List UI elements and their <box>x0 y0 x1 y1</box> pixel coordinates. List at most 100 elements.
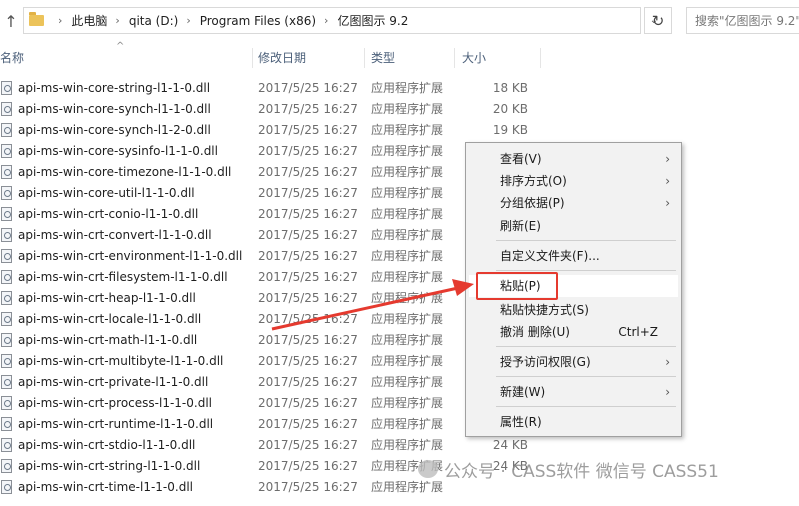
menu-item-grant-access[interactable]: 授予访问权限(G) › <box>469 351 678 373</box>
file-row[interactable]: api-ms-win-crt-conio-l1-1-0.dll 2017/5/25… <box>0 204 520 225</box>
menu-item-paste-shortcut[interactable]: 粘贴快捷方式(S) <box>469 299 678 321</box>
menu-item-label: 排序方式(O) <box>500 174 567 188</box>
file-row[interactable]: api-ms-win-crt-math-l1-1-0.dll 2017/5/25 … <box>0 330 520 351</box>
file-row[interactable]: api-ms-win-crt-stdio-l1-1-0.dll 2017/5/25… <box>0 435 528 456</box>
column-divider[interactable] <box>364 48 365 68</box>
file-size: 24 KB <box>492 438 528 452</box>
column-divider[interactable] <box>454 48 455 68</box>
file-name: api-ms-win-crt-locale-l1-1-0.dll <box>18 312 202 326</box>
menu-item-new[interactable]: 新建(W) › <box>469 381 678 403</box>
file-row[interactable]: api-ms-win-core-synch-l1-1-0.dll 2017/5/2… <box>0 99 528 120</box>
menu-item-group[interactable]: 分组依据(P) › <box>469 192 678 214</box>
column-header: ^ 名称 修改日期 类型 大小 <box>0 41 799 72</box>
file-type: 应用程序扩展 <box>371 333 444 347</box>
file-date: 2017/5/25 16:27 <box>258 228 358 242</box>
chevron-right-icon: › <box>665 174 670 188</box>
file-size: 20 KB <box>492 102 528 116</box>
menu-item-customize-folder[interactable]: 自定义文件夹(F)... <box>469 245 678 267</box>
file-date: 2017/5/25 16:27 <box>258 333 358 347</box>
refresh-icon[interactable]: ↻ <box>644 7 672 34</box>
column-type[interactable]: 类型 <box>371 44 395 72</box>
menu-item-view[interactable]: 查看(V) › <box>469 148 678 170</box>
file-row[interactable]: api-ms-win-crt-multibyte-l1-1-0.dll 2017/… <box>0 351 520 372</box>
file-row[interactable]: api-ms-win-core-timezone-l1-1-0.dll 2017/… <box>0 162 520 183</box>
file-type: 应用程序扩展 <box>371 396 444 410</box>
file-name: api-ms-win-crt-private-l1-1-0.dll <box>18 375 209 389</box>
file-type: 应用程序扩展 <box>371 228 444 242</box>
file-name: api-ms-win-crt-math-l1-1-0.dll <box>18 333 198 347</box>
file-date: 2017/5/25 16:27 <box>258 396 358 410</box>
dll-file-icon <box>1 354 12 368</box>
chevron-right-icon[interactable]: › <box>324 14 328 27</box>
file-row[interactable]: api-ms-win-crt-convert-l1-1-0.dll 2017/5/… <box>0 225 520 246</box>
chevron-right-icon[interactable]: › <box>58 14 62 27</box>
file-type: 应用程序扩展 <box>371 438 444 452</box>
file-date: 2017/5/25 16:27 <box>258 375 358 389</box>
chevron-right-icon: › <box>665 196 670 210</box>
paste-highlight-box <box>476 272 558 300</box>
file-row[interactable]: api-ms-win-crt-process-l1-1-0.dll 2017/5/… <box>0 393 520 414</box>
menu-separator <box>496 240 676 241</box>
address-box[interactable]: › 此电脑 › qita (D:) › Program Files (x86) … <box>23 7 658 34</box>
file-date: 2017/5/25 16:27 <box>258 144 358 158</box>
folder-icon <box>29 12 44 26</box>
file-row[interactable]: api-ms-win-crt-filesystem-l1-1-0.dll 2017… <box>0 267 520 288</box>
file-row[interactable]: api-ms-win-crt-locale-l1-1-0.dll 2017/5/2… <box>0 309 520 330</box>
menu-item-undo-delete[interactable]: 撤消 删除(U) Ctrl+Z <box>469 321 678 343</box>
file-name: api-ms-win-core-string-l1-1-0.dll <box>18 81 211 95</box>
dll-file-icon <box>1 396 12 410</box>
search-input[interactable]: 搜索"亿图图示 9.2" <box>686 7 799 34</box>
file-name: api-ms-win-core-util-l1-1-0.dll <box>18 186 195 200</box>
menu-item-label: 刷新(E) <box>500 219 541 233</box>
dll-file-icon <box>1 123 12 137</box>
file-row[interactable]: api-ms-win-crt-heap-l1-1-0.dll 2017/5/25 … <box>0 288 520 309</box>
dll-file-icon <box>1 249 12 263</box>
dll-file-icon <box>1 480 12 494</box>
chevron-right-icon[interactable]: › <box>186 14 190 27</box>
menu-item-refresh[interactable]: 刷新(E) <box>469 215 678 237</box>
menu-item-sort[interactable]: 排序方式(O) › <box>469 170 678 192</box>
column-divider[interactable] <box>252 48 253 68</box>
file-row[interactable]: api-ms-win-crt-private-l1-1-0.dll 2017/5/… <box>0 372 520 393</box>
wechat-watermark-icon <box>418 460 438 478</box>
file-row[interactable]: api-ms-win-crt-environment-l1-1-0.dll 201… <box>0 246 520 267</box>
file-date: 2017/5/25 16:27 <box>258 102 358 116</box>
file-row[interactable]: api-ms-win-crt-time-l1-1-0.dll 2017/5/25 … <box>0 477 520 498</box>
breadcrumb-program-files[interactable]: Program Files (x86) <box>200 14 316 28</box>
file-type: 应用程序扩展 <box>371 270 444 284</box>
file-type: 应用程序扩展 <box>371 207 444 221</box>
chevron-right-icon: › <box>665 385 670 399</box>
file-row[interactable]: api-ms-win-core-sysinfo-l1-1-0.dll 2017/5… <box>0 141 520 162</box>
chevron-right-icon: › <box>665 152 670 166</box>
file-type: 应用程序扩展 <box>371 480 444 494</box>
file-row[interactable]: api-ms-win-crt-string-l1-1-0.dll 2017/5/2… <box>0 456 528 477</box>
file-type: 应用程序扩展 <box>371 186 444 200</box>
file-name: api-ms-win-crt-stdio-l1-1-0.dll <box>18 438 196 452</box>
file-row[interactable]: api-ms-win-crt-runtime-l1-1-0.dll 2017/5/… <box>0 414 520 435</box>
breadcrumb-this-pc[interactable]: 此电脑 <box>71 12 107 29</box>
dll-file-icon <box>1 459 12 473</box>
file-name: api-ms-win-crt-multibyte-l1-1-0.dll <box>18 354 224 368</box>
file-row[interactable]: api-ms-win-core-util-l1-1-0.dll 2017/5/25… <box>0 183 520 204</box>
chevron-right-icon[interactable]: › <box>115 14 119 27</box>
column-divider[interactable] <box>540 48 541 68</box>
file-name: api-ms-win-crt-time-l1-1-0.dll <box>18 480 193 494</box>
column-date[interactable]: 修改日期 <box>258 44 306 72</box>
menu-item-properties[interactable]: 属性(R) <box>469 411 678 433</box>
dll-file-icon <box>1 102 12 116</box>
file-date: 2017/5/25 16:27 <box>258 249 358 263</box>
file-type: 应用程序扩展 <box>371 81 444 95</box>
dll-file-icon <box>1 228 12 242</box>
breadcrumb-edraw-folder[interactable]: 亿图图示 9.2 <box>337 12 408 29</box>
up-arrow-icon[interactable]: ↑ <box>0 8 22 34</box>
file-row[interactable]: api-ms-win-core-synch-l1-2-0.dll 2017/5/2… <box>0 120 528 141</box>
file-row[interactable]: api-ms-win-core-string-l1-1-0.dll 2017/5/… <box>0 78 528 99</box>
file-name: api-ms-win-crt-string-l1-1-0.dll <box>18 459 201 473</box>
file-size: 19 KB <box>492 123 528 137</box>
column-size[interactable]: 大小 <box>462 44 486 72</box>
file-date: 2017/5/25 16:27 <box>258 438 358 452</box>
column-name[interactable]: 名称 <box>0 44 24 72</box>
file-date: 2017/5/25 16:27 <box>258 354 358 368</box>
breadcrumb-drive-d[interactable]: qita (D:) <box>129 14 178 28</box>
file-name: api-ms-win-crt-convert-l1-1-0.dll <box>18 228 212 242</box>
